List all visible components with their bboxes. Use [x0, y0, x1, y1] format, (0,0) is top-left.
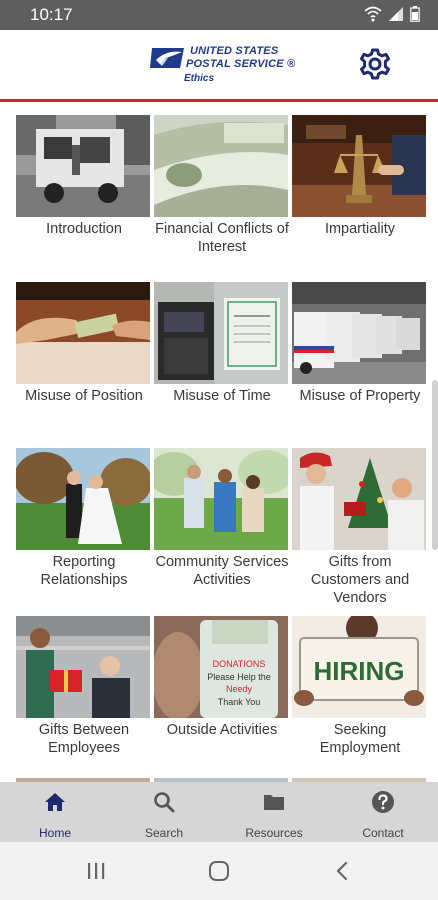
tile-label: Reporting Relationships [40, 554, 128, 588]
tile-seeking-employment[interactable]: HIRING Seeking Employment [292, 616, 428, 757]
tile-financial-conflicts[interactable]: Financial Conflicts of Interest [154, 115, 290, 256]
nav-search[interactable]: Search [119, 782, 209, 842]
impartiality-image [292, 115, 426, 217]
financial-conflicts-image [154, 115, 288, 217]
donations-text: DONATIONS [213, 659, 266, 669]
logo-line1: UNITED STATES [190, 45, 279, 57]
search-icon [154, 792, 175, 813]
eagle-logo-icon [150, 48, 184, 68]
status-time: 10:17 [30, 5, 73, 24]
tile-outside-activities[interactable]: DONATIONS Please Help the Needy Thank Yo… [154, 616, 290, 739]
gifts-from-customers-image [292, 448, 426, 550]
system-nav-bar [0, 842, 438, 900]
recent-apps-icon[interactable] [86, 862, 106, 880]
seeking-employment-image: HIRING [292, 616, 426, 718]
outside-activities-image: DONATIONS Please Help the Needy Thank Yo… [154, 616, 288, 718]
tile-impartiality[interactable]: Impartiality [292, 115, 428, 238]
tile-label: Gifts from Customers and Vendors [310, 554, 410, 606]
misuse-of-time-image [154, 282, 288, 384]
tile-gifts-between-employees[interactable]: Gifts Between Employees [16, 616, 152, 757]
status-bar: 10:17 [0, 0, 438, 30]
tile-label: Impartiality [324, 221, 396, 237]
tile-label: Community Services Activities [155, 554, 289, 588]
logo-line2: POSTAL SERVICE ® [186, 58, 296, 70]
nav-resources-label: Resources [245, 826, 303, 840]
battery-icon [410, 6, 420, 22]
app-header: UNITED STATES POSTAL SERVICE ® Ethics [0, 30, 438, 100]
signal-icon [389, 7, 403, 21]
nav-resources[interactable]: Resources [229, 782, 319, 842]
misuse-of-position-image [16, 282, 150, 384]
gear-icon[interactable] [358, 47, 392, 81]
tile-label: Introduction [46, 221, 122, 237]
hiring-sign-text: HIRING [314, 656, 405, 686]
thank-you-text: Thank You [218, 697, 261, 707]
misuse-of-property-image [292, 282, 426, 384]
tile-reporting-relationships[interactable]: Reporting Relationships [16, 448, 152, 589]
wifi-icon [364, 6, 382, 22]
nav-contact[interactable]: Contact [338, 782, 428, 842]
nav-home-label: Home [38, 826, 71, 840]
scroll-indicator [432, 380, 438, 550]
status-icons [364, 6, 420, 22]
reporting-relationships-image [16, 448, 150, 550]
gifts-between-employees-image [16, 616, 150, 718]
nav-search-label: Search [144, 826, 184, 840]
tile-introduction[interactable]: Introduction [16, 115, 152, 238]
tile-community-services[interactable]: Community Services Activities [154, 448, 290, 589]
tile-label: Outside Activities [166, 722, 278, 738]
tile-misuse-of-time[interactable]: Misuse of Time [154, 282, 290, 405]
usps-ethics-logo: UNITED STATES POSTAL SERVICE ® Ethics [150, 44, 300, 88]
nav-contact-label: Contact [362, 826, 404, 840]
nav-home[interactable]: Home [10, 782, 100, 842]
please-help-text: Please Help the [207, 672, 271, 682]
introduction-image [16, 115, 150, 217]
home-button-icon[interactable] [208, 860, 230, 882]
tile-misuse-of-position[interactable]: Misuse of Position [16, 282, 152, 405]
folder-icon [264, 795, 284, 810]
back-icon[interactable] [334, 861, 350, 881]
tile-label: Financial Conflicts of Interest [155, 221, 289, 255]
community-services-image [154, 448, 288, 550]
tile-label: Misuse of Position [25, 388, 143, 404]
logo-subtitle: Ethics [184, 73, 215, 84]
tile-label: Misuse of Property [299, 388, 421, 404]
bottom-nav: Home Search Resources Contact [0, 782, 438, 842]
tile-misuse-of-property[interactable]: Misuse of Property [292, 282, 428, 405]
tile-label: Gifts Between Employees [38, 722, 130, 756]
home-icon [45, 793, 65, 811]
tile-label: Seeking Employment [319, 722, 401, 756]
needy-text: Needy [226, 684, 253, 694]
tile-label: Misuse of Time [173, 388, 271, 404]
help-icon [372, 791, 394, 813]
topic-grid: Introduction Financial Conflicts of Inte… [0, 102, 438, 782]
tile-gifts-from-customers[interactable]: Gifts from Customers and Vendors [292, 448, 428, 607]
